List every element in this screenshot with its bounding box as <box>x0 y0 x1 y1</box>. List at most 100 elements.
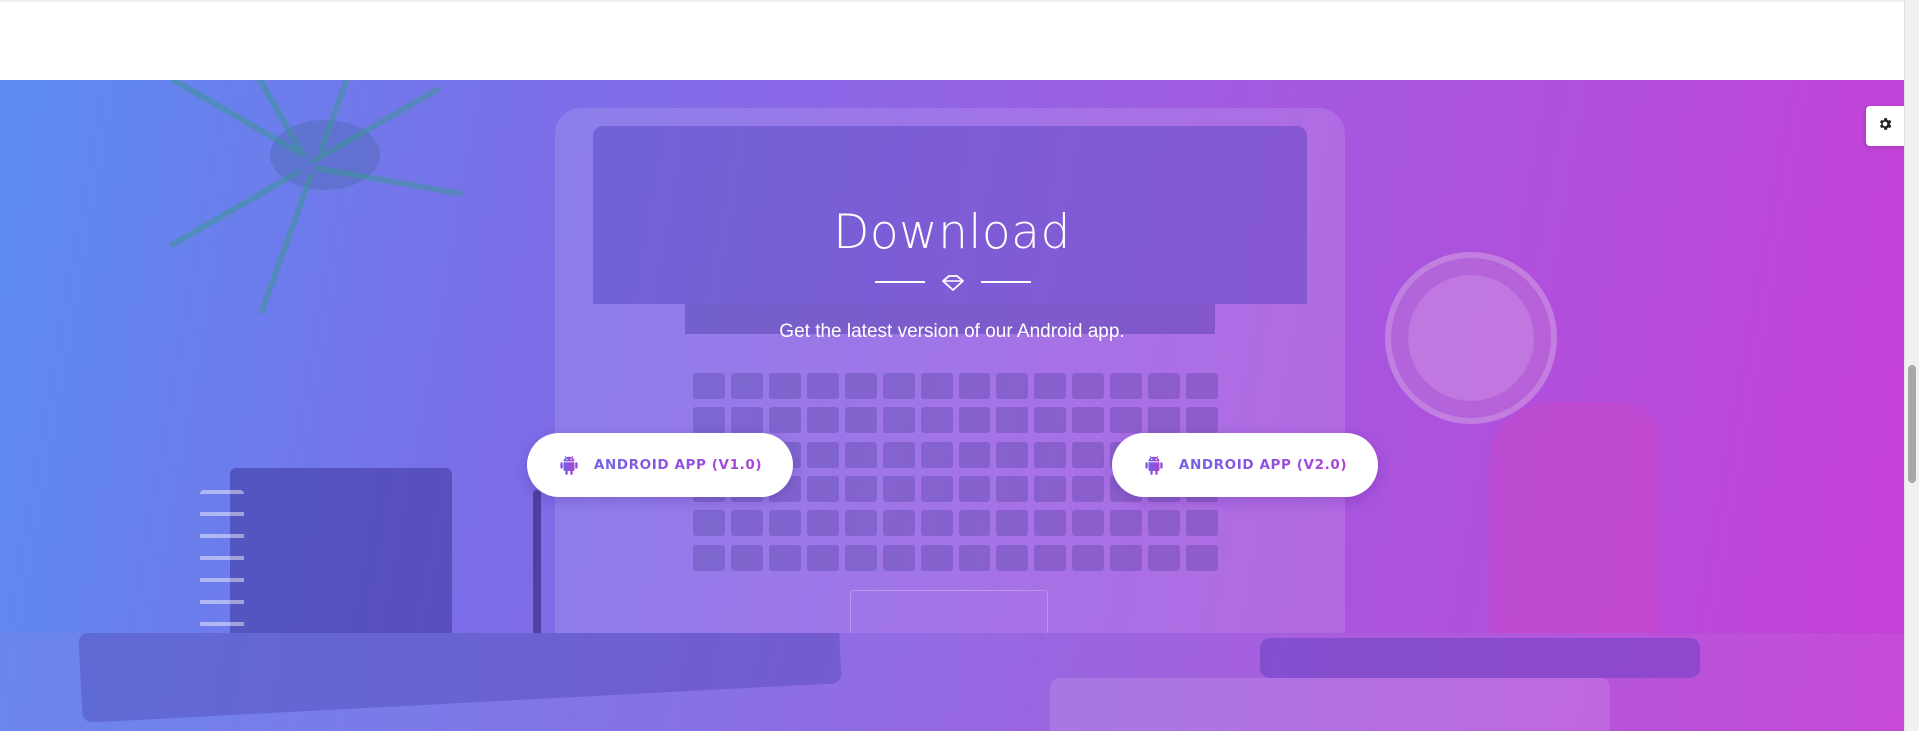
keyboard-key <box>1034 441 1067 468</box>
diamond-icon <box>942 275 964 295</box>
keyboard-key <box>958 475 991 502</box>
scrollbar-thumb[interactable] <box>1908 365 1916 483</box>
divider-line-left <box>875 281 925 283</box>
keyboard-key <box>996 510 1029 537</box>
keyboard-key <box>1034 475 1067 502</box>
keyboard-key <box>958 407 991 434</box>
title-divider <box>875 275 1031 295</box>
background-shape <box>1050 678 1610 731</box>
keyboard-key <box>730 407 763 434</box>
settings-toggle[interactable] <box>1866 106 1904 146</box>
keyboard-key <box>1148 544 1181 571</box>
keyboard-key <box>920 441 953 468</box>
plant-leaf <box>227 80 308 160</box>
keyboard-key <box>920 373 953 399</box>
keyboard-key <box>958 510 991 537</box>
download-section: Download Get the latest version of our A… <box>0 80 1904 633</box>
next-section-preview <box>0 633 1904 731</box>
plant-leaf <box>168 80 302 156</box>
keyboard-key <box>730 510 763 537</box>
keyboard-key <box>996 407 1029 434</box>
keyboard-key <box>1148 407 1181 434</box>
keyboard-key <box>1034 544 1067 571</box>
keyboard-key <box>1072 544 1105 571</box>
keyboard-key <box>844 475 877 502</box>
keyboard-key <box>920 510 953 537</box>
keyboard-key <box>996 475 1029 502</box>
keyboard-key <box>768 544 801 571</box>
android-icon <box>1143 454 1165 476</box>
keyboard-key <box>806 373 839 399</box>
android-app-v2-button[interactable]: ANDROID APP (V2.0) <box>1112 433 1378 497</box>
keyboard-key <box>1072 441 1105 468</box>
keyboard-key <box>844 441 877 468</box>
keyboard-key <box>1072 475 1105 502</box>
keyboard-key <box>1110 510 1143 537</box>
plant-decoration <box>270 120 380 190</box>
plant-leaf <box>317 80 375 155</box>
keyboard-key <box>730 373 763 399</box>
button-label: ANDROID APP (V2.0) <box>1178 457 1348 473</box>
keyboard-key <box>882 373 915 399</box>
keyboard-key <box>844 544 877 571</box>
hand-decoration <box>1490 402 1660 633</box>
keyboard-key <box>882 510 915 537</box>
keyboard-key <box>958 441 991 468</box>
keyboard-key <box>1110 544 1143 571</box>
keyboard-key <box>1110 407 1143 434</box>
keyboard-key <box>1186 510 1218 537</box>
pen-decoration <box>533 490 541 633</box>
keyboard-key <box>693 544 725 571</box>
keyboard-key <box>806 441 839 468</box>
keyboard-key <box>1186 544 1218 571</box>
button-label: ANDROID APP (V1.0) <box>593 457 763 473</box>
keyboard-key <box>806 475 839 502</box>
keyboard-key <box>844 510 877 537</box>
keyboard-key <box>844 407 877 434</box>
keyboard-key <box>958 544 991 571</box>
keyboard-key <box>1034 407 1067 434</box>
android-icon <box>558 454 580 476</box>
plant-leaf <box>314 165 464 198</box>
keyboard-key <box>996 544 1029 571</box>
keyboard-key <box>1034 373 1067 399</box>
keyboard-key <box>920 407 953 434</box>
laptop-decoration <box>555 108 1345 633</box>
keyboard-key <box>730 544 763 571</box>
android-app-v1-button[interactable]: ANDROID APP (V1.0) <box>527 433 793 497</box>
keyboard-key <box>768 510 801 537</box>
keyboard-key <box>920 544 953 571</box>
laptop-trackpad <box>850 590 1048 633</box>
notebook-rings <box>200 490 244 630</box>
keyboard-key <box>920 475 953 502</box>
page-scrollbar[interactable] <box>1904 0 1919 731</box>
keyboard-key <box>806 510 839 537</box>
keyboard-key <box>1186 373 1218 399</box>
keyboard-key <box>882 475 915 502</box>
keyboard-key <box>1034 510 1067 537</box>
keyboard-key <box>1072 407 1105 434</box>
notebook-decoration <box>230 468 452 633</box>
keyboard-key <box>1072 510 1105 537</box>
keyboard-key <box>1148 510 1181 537</box>
top-white-section <box>0 0 1904 80</box>
background-shape <box>1260 638 1700 678</box>
keyboard-key <box>768 407 801 434</box>
section-title: Download <box>833 205 1071 260</box>
keyboard-key <box>1072 373 1105 399</box>
keyboard-key <box>693 373 725 399</box>
keyboard-key <box>996 441 1029 468</box>
keyboard-key <box>882 544 915 571</box>
keyboard-key <box>882 441 915 468</box>
keyboard-key <box>1148 373 1181 399</box>
divider-line-right <box>981 281 1031 283</box>
keyboard-key <box>844 373 877 399</box>
section-subtitle: Get the latest version of our Android ap… <box>779 321 1125 342</box>
background-shape <box>78 633 842 723</box>
keyboard-key <box>1186 407 1218 434</box>
keyboard-key <box>958 373 991 399</box>
keyboard-key <box>693 407 725 434</box>
gear-icon <box>1877 116 1893 136</box>
keyboard-key <box>806 407 839 434</box>
keyboard-key <box>996 373 1029 399</box>
